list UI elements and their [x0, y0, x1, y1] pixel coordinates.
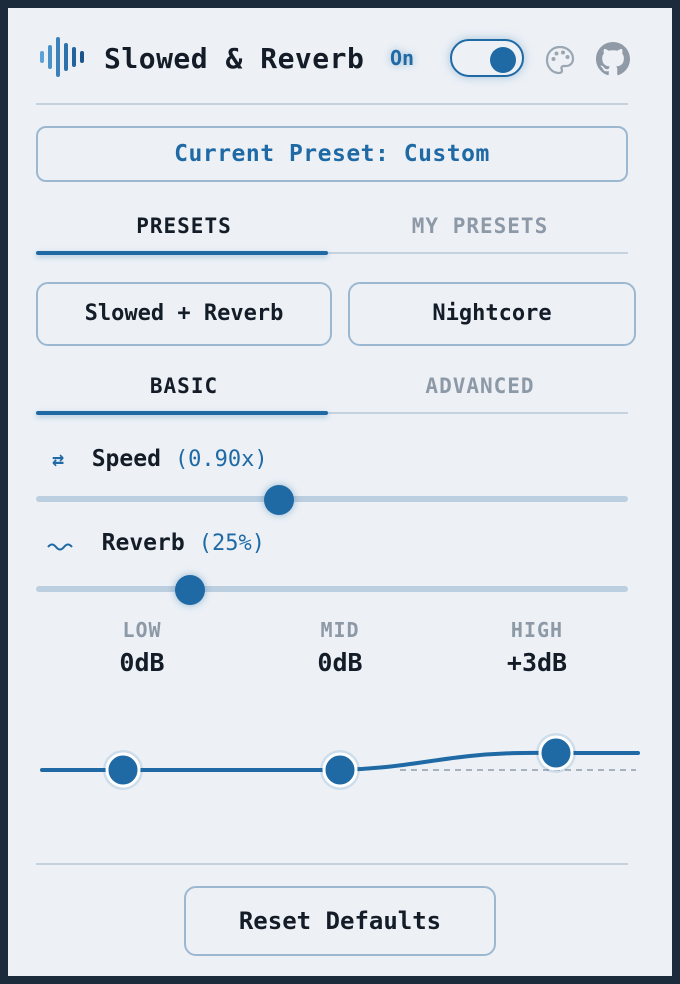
eq-curve	[40, 733, 640, 790]
eq-high-handle	[536, 733, 576, 773]
reset-defaults-button[interactable]: Reset Defaults	[184, 886, 496, 956]
footer-divider	[36, 863, 628, 865]
eq-mid-handle	[320, 750, 360, 790]
eq-low-handle	[103, 750, 143, 790]
